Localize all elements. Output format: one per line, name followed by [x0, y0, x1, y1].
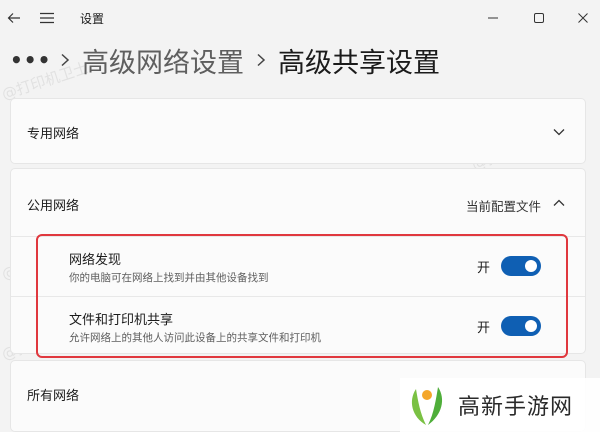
title-bar: 设置 — [0, 0, 600, 36]
chevron-right-icon — [248, 53, 274, 67]
file-printer-sharing-row: 文件和打印机共享 允许网络上的其他人访问此设备上的共享文件和打印机 开 — [11, 297, 585, 355]
network-discovery-description: 你的电脑可在网络上找到并由其他设备找到 — [69, 272, 269, 284]
network-discovery-state: 开 — [477, 261, 491, 276]
close-button[interactable] — [566, 0, 600, 36]
file-printer-sharing-state: 开 — [477, 321, 491, 336]
menu-button[interactable] — [34, 0, 60, 36]
network-discovery-toggle[interactable] — [501, 256, 541, 276]
file-printer-sharing-description: 允许网络上的其他人访问此设备上的共享文件和打印机 — [69, 332, 321, 344]
all-networks-title: 所有网络 — [27, 389, 80, 404]
maximize-button[interactable] — [522, 0, 556, 36]
public-network-section: 公用网络 当前配置文件 网络发现 你的电脑可在网络上找到并由其他设备找到 开 文… — [10, 168, 586, 354]
app-title: 设置 — [80, 12, 105, 26]
site-logo: 高新手游网 — [400, 378, 600, 432]
hamburger-icon — [40, 12, 54, 24]
page-title: 高级共享设置 — [278, 47, 440, 79]
breadcrumb: ••• 高级网络设置 高级共享设置 — [10, 40, 444, 80]
back-button[interactable] — [0, 0, 28, 36]
network-discovery-title: 网络发现 — [69, 253, 122, 268]
arrow-left-icon — [7, 13, 20, 23]
chevron-up-icon[interactable] — [552, 196, 566, 210]
close-icon — [578, 13, 588, 23]
public-network-title: 公用网络 — [27, 199, 80, 214]
private-network-title: 专用网络 — [27, 127, 80, 142]
breadcrumb-more-button[interactable]: ••• — [10, 48, 52, 72]
private-network-section[interactable]: 专用网络 — [10, 98, 586, 164]
leaf-logo-icon — [400, 378, 454, 432]
toggle-knob — [525, 260, 537, 272]
maximize-icon — [534, 13, 544, 23]
chevron-down-icon[interactable] — [552, 125, 566, 139]
current-profile-label: 当前配置文件 — [465, 199, 541, 214]
logo-text: 高新手游网 — [458, 395, 574, 420]
file-printer-sharing-toggle[interactable] — [501, 316, 541, 336]
minimize-icon — [488, 17, 498, 19]
file-printer-sharing-title: 文件和打印机共享 — [69, 313, 174, 328]
chevron-right-icon — [52, 53, 78, 67]
network-discovery-row: 网络发现 你的电脑可在网络上找到并由其他设备找到 开 — [11, 237, 585, 295]
breadcrumb-parent[interactable]: 高级网络设置 — [78, 41, 248, 80]
minimize-button[interactable] — [476, 0, 510, 36]
toggle-knob — [525, 320, 537, 332]
